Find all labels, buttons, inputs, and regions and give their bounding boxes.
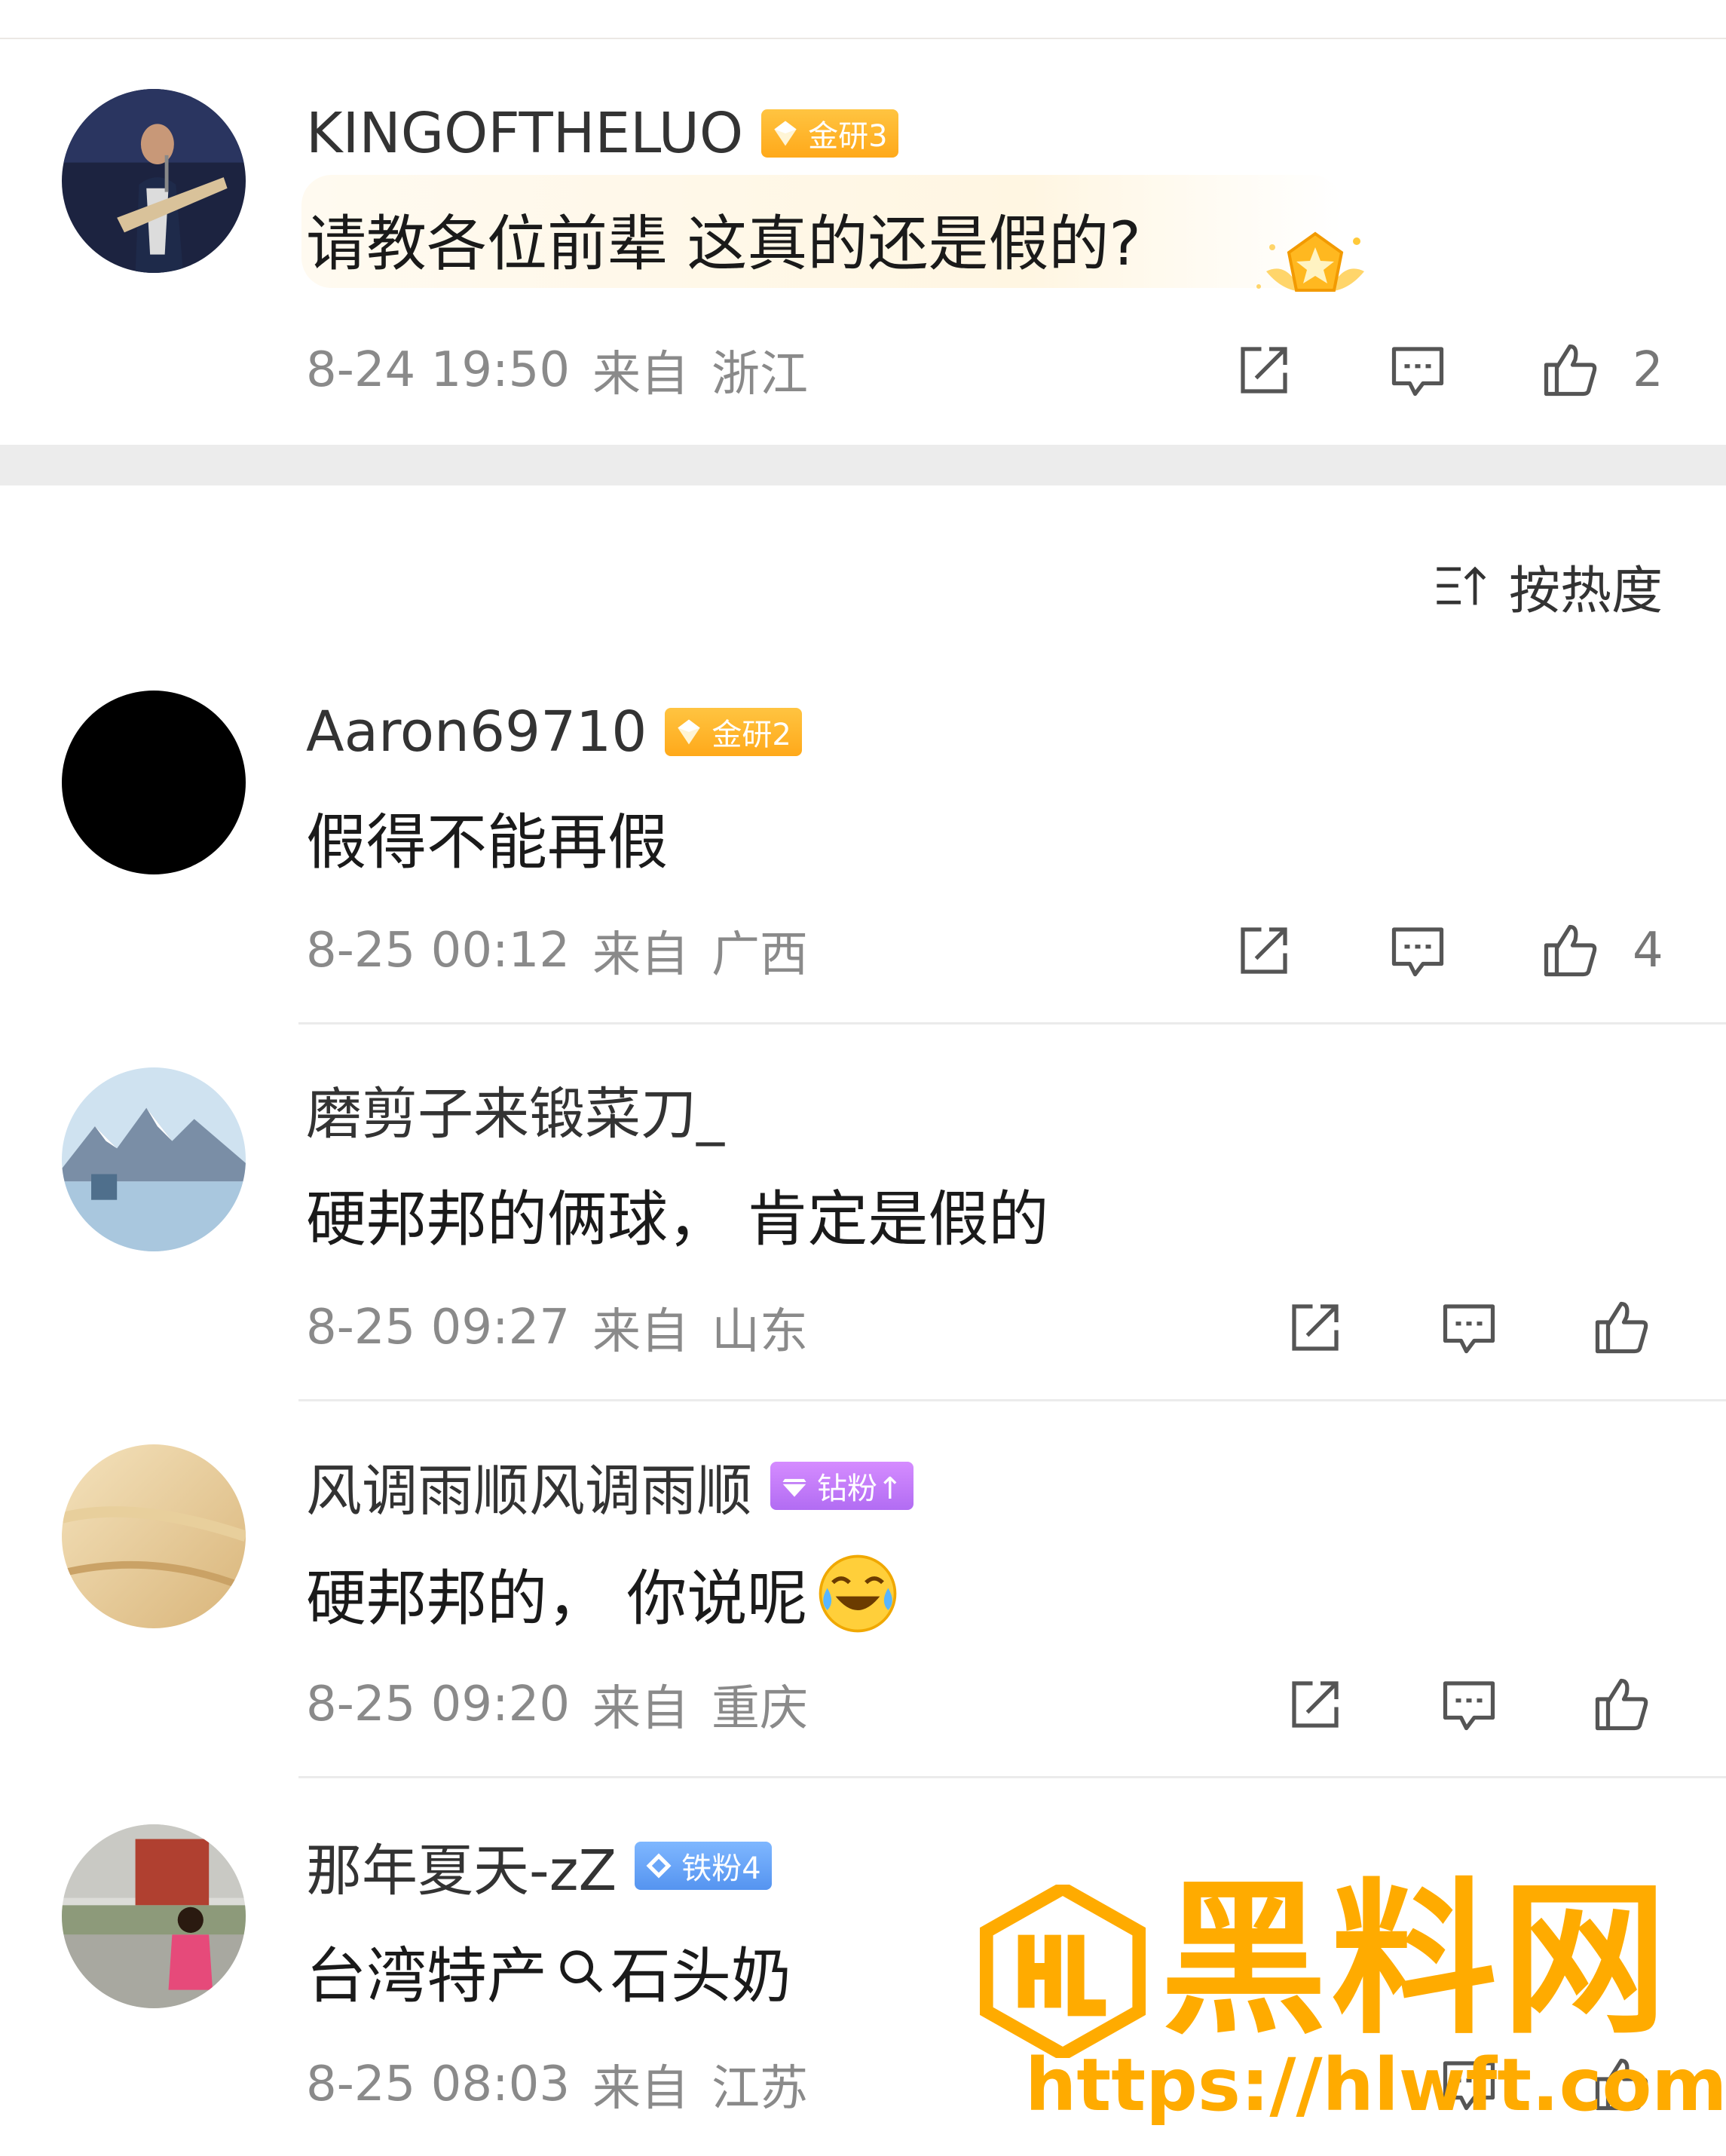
post-meta: 8-24 19:50 来自 浙江	[306, 336, 831, 404]
avatar-comment-3[interactable]	[62, 1444, 246, 1628]
laugh-cry-emoji-icon	[819, 1554, 897, 1633]
comment-from-label: 来自	[592, 1681, 690, 1737]
comment-divider	[298, 1399, 1726, 1401]
diamond-icon	[646, 1853, 672, 1879]
comment-username[interactable]: 磨剪子来锻菜刀_	[306, 1069, 724, 1150]
avatar-image	[62, 1824, 246, 2008]
comment-from-label: 来自	[592, 2061, 690, 2117]
comment-time: 8-25 08:03	[306, 2056, 571, 2112]
fan-badge[interactable]: 钻粉↑	[770, 1462, 913, 1510]
like-icon	[1544, 344, 1597, 397]
like-count: 4	[1633, 923, 1663, 978]
diamond-icon	[774, 121, 797, 146]
sort-icon	[1437, 566, 1486, 605]
comment-button[interactable]	[1384, 336, 1452, 404]
comment-text: 台湾特产 石头奶	[306, 1930, 791, 2013]
fan-badge-label: 金研2	[712, 718, 791, 752]
comment-text: 硬邦邦的， 你说呢	[306, 1548, 899, 1639]
avatar-image	[62, 89, 246, 273]
section-separator	[0, 445, 1726, 485]
comment-meta: 8-25 09:20 来自 重庆	[306, 1671, 831, 1738]
comment-location: 江苏	[712, 2061, 809, 2117]
fan-badge[interactable]: 金研2	[665, 708, 802, 756]
comment-search-link[interactable]: 石头奶	[611, 1928, 791, 2015]
like-button[interactable]	[1587, 1671, 1655, 1738]
search-icon[interactable]	[555, 1945, 607, 1998]
comment-location: 广西	[712, 927, 809, 983]
repost-button[interactable]	[1230, 336, 1298, 404]
comment-button[interactable]	[1435, 1671, 1503, 1738]
sort-by-hot-button[interactable]: 按热度	[1432, 552, 1663, 621]
like-button[interactable]	[1536, 336, 1604, 404]
comment-location: 重庆	[712, 1681, 809, 1737]
fan-badge-label: 钻粉↑	[817, 1472, 903, 1506]
comment-divider	[298, 1022, 1726, 1024]
like-icon	[1544, 924, 1597, 977]
like-icon	[1595, 1678, 1648, 1731]
repost-icon	[1241, 927, 1287, 974]
comment-from-label: 来自	[592, 927, 690, 983]
avatar-image	[62, 1444, 246, 1628]
comment-username[interactable]: 风调雨顺风调雨顺	[306, 1446, 752, 1527]
avatar-image	[62, 691, 246, 874]
comment-icon	[1443, 1304, 1495, 1354]
post-from-label: 来自	[592, 347, 690, 403]
comment-username[interactable]: 那年夏天-zZ	[306, 1826, 617, 1906]
comment-icon	[1443, 1681, 1495, 1731]
sort-label: 按热度	[1508, 561, 1663, 621]
avatar-comment-1[interactable]	[62, 691, 246, 874]
comment-from-label: 来自	[592, 1304, 690, 1360]
comment-text: 硬邦邦的俩球， 肯定是假的	[306, 1184, 1049, 1254]
comment-text-content: 硬邦邦的， 你说呢	[306, 1563, 808, 1634]
fan-badge[interactable]: 金研3	[761, 109, 898, 158]
like-icon	[1595, 1301, 1648, 1354]
like-count: 2	[1633, 342, 1663, 398]
post-text: 请教各位前辈 这真的还是假的?	[306, 209, 1141, 279]
watermark-url: https://hlwft.com	[1025, 2043, 1726, 2127]
repost-button[interactable]	[1281, 1671, 1349, 1738]
fan-badge[interactable]: 铁粉4	[635, 1842, 772, 1890]
watermark-logo-icon	[980, 1885, 1146, 2058]
watermark: 黑料网 https://hlwft.com	[980, 1854, 1726, 2148]
watermark-title: 黑料网	[1161, 1864, 1672, 2056]
medal-icon	[1256, 231, 1364, 292]
comment-meta: 8-25 08:03 来自 江苏	[306, 2050, 831, 2118]
repost-icon	[1292, 1304, 1339, 1351]
avatar-post-author[interactable]	[62, 89, 246, 273]
top-divider	[0, 38, 1726, 39]
diamond-icon	[782, 1478, 807, 1497]
comment-meta: 8-25 00:12 来自 广西	[306, 917, 831, 985]
avatar-comment-2[interactable]	[62, 1067, 246, 1251]
comment-meta: 8-25 09:27 来自 山东	[306, 1294, 831, 1361]
diamond-icon	[678, 719, 701, 745]
comment-text: 假得不能再假	[306, 807, 668, 877]
post-location: 浙江	[712, 347, 809, 403]
repost-icon	[1292, 1681, 1339, 1728]
comment-text-before: 台湾特产	[306, 1941, 547, 2011]
repost-icon	[1241, 347, 1287, 394]
comment-time: 8-25 09:20	[306, 1677, 571, 1732]
comment-username[interactable]: Aaron69710	[306, 700, 647, 764]
post-username[interactable]: KINGOFTHELUO	[306, 101, 743, 166]
like-button[interactable]	[1587, 1294, 1655, 1361]
comment-icon	[1391, 347, 1444, 397]
comment-time: 8-25 09:27	[306, 1300, 571, 1355]
repost-button[interactable]	[1281, 1294, 1349, 1361]
repost-button[interactable]	[1230, 917, 1298, 985]
comment-location: 山东	[712, 1304, 809, 1360]
like-button[interactable]	[1536, 917, 1604, 985]
post-time: 8-24 19:50	[306, 342, 571, 398]
comment-button[interactable]	[1435, 1294, 1503, 1361]
comment-divider	[298, 1776, 1726, 1778]
avatar-comment-4[interactable]	[62, 1824, 246, 2008]
comment-icon	[1391, 927, 1444, 977]
fan-badge-label: 铁粉4	[681, 1851, 761, 1886]
fan-badge-label: 金研3	[808, 119, 888, 154]
avatar-image	[62, 1067, 246, 1251]
comment-button[interactable]	[1384, 917, 1452, 985]
comment-time: 8-25 00:12	[306, 923, 571, 978]
